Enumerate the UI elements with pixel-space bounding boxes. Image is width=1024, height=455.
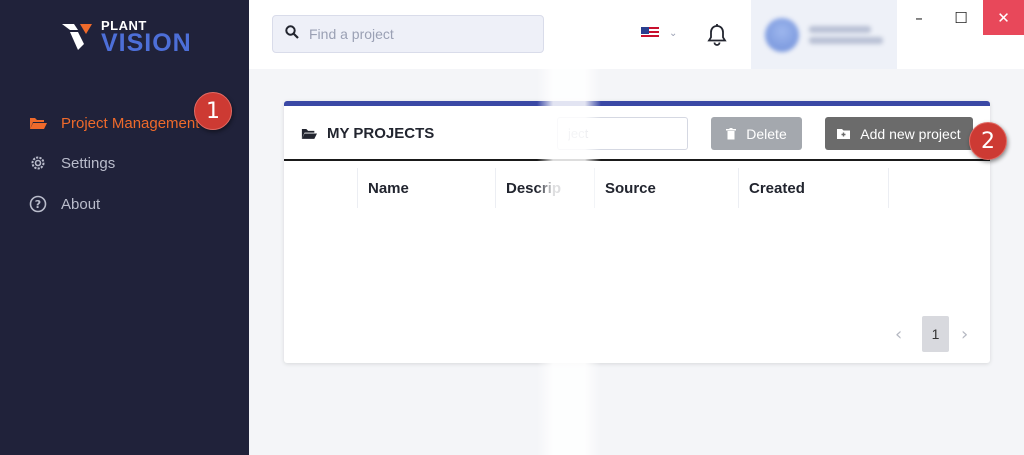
sidebar-item-project-management[interactable]: Project Management (28, 112, 199, 134)
column-header-name[interactable]: Name (358, 168, 496, 208)
sidebar: PLANT VISION Project Management Settings… (0, 0, 249, 455)
window-maximize-button[interactable]: ☐ (941, 0, 981, 35)
next-page-icon[interactable]: › (961, 324, 968, 345)
user-info-blurred (809, 22, 883, 48)
projects-panel: MY PROJECTS Delete Add new project Name … (284, 101, 990, 363)
panel-title-text: MY PROJECTS (327, 125, 435, 142)
sidebar-item-label: Settings (61, 154, 116, 172)
step-callout-badge: 2 (969, 122, 1007, 160)
folder-plus-icon (837, 128, 851, 139)
sidebar-item-about[interactable]: ? About (28, 193, 100, 215)
panel-header: MY PROJECTS Delete Add new project (284, 106, 990, 161)
add-new-project-label: Add new project (860, 125, 961, 142)
projects-table-header: Name Descrip Source Created (284, 168, 990, 208)
panel-search-input[interactable] (557, 117, 688, 150)
app-logo: PLANT VISION (60, 16, 200, 57)
column-header-source[interactable]: Source (595, 168, 739, 208)
chevron-down-icon: ⌄ (669, 27, 678, 39)
avatar (765, 17, 799, 52)
svg-text:?: ? (35, 198, 41, 211)
folder-open-icon (301, 127, 317, 140)
search-icon (285, 24, 299, 44)
sidebar-item-label: About (61, 195, 101, 213)
folder-open-icon (28, 114, 48, 132)
trash-icon (726, 127, 737, 140)
panel-title: MY PROJECTS (301, 125, 434, 142)
sidebar-item-settings[interactable]: Settings (28, 152, 115, 174)
column-header-description[interactable]: Descrip (496, 168, 595, 208)
previous-page-icon[interactable]: ‹ (895, 324, 902, 345)
global-search (272, 15, 544, 53)
gear-icon (28, 154, 48, 172)
delete-button[interactable]: Delete (711, 117, 802, 150)
step-callout-badge: 1 (194, 92, 232, 130)
user-menu[interactable] (751, 0, 897, 69)
plant-vision-logo-icon (62, 24, 92, 50)
language-selector[interactable]: ⌄ (641, 27, 677, 39)
notification-bell-icon[interactable] (706, 23, 728, 47)
column-header-created[interactable]: Created (739, 168, 889, 208)
delete-button-label: Delete (746, 125, 787, 142)
project-search-input[interactable] (309, 26, 529, 42)
sidebar-item-label: Project Management (61, 114, 200, 132)
brand-word-bottom: VISION (101, 29, 192, 57)
window-minimize-button[interactable]: – (899, 0, 939, 35)
page-number-button[interactable]: 1 (922, 316, 949, 352)
help-circle-icon: ? (28, 195, 48, 213)
app-window: PLANT VISION Project Management Settings… (0, 0, 1024, 455)
window-close-button[interactable]: ✕ (983, 0, 1024, 35)
us-flag-icon (641, 27, 659, 39)
pagination: ‹ 1 › (284, 316, 990, 352)
add-new-project-button[interactable]: Add new project (825, 117, 973, 150)
column-header-select[interactable] (284, 168, 358, 208)
